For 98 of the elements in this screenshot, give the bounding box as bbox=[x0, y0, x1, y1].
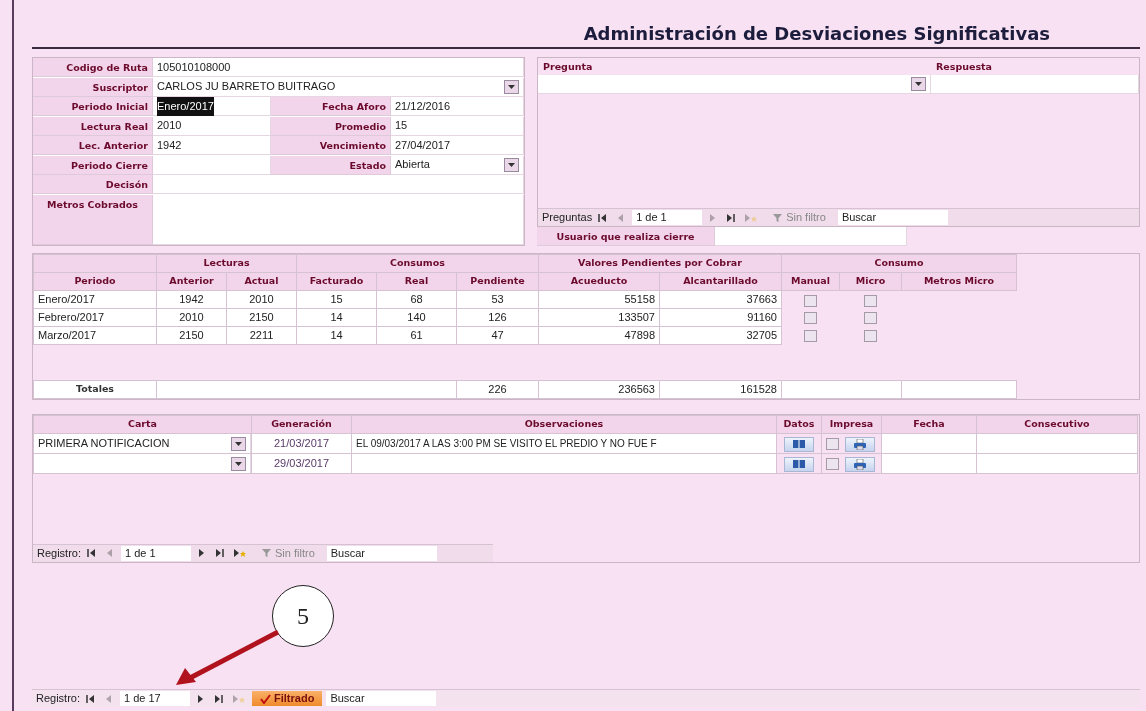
table-cell: 161528 bbox=[659, 380, 782, 399]
field-label: Promedio bbox=[271, 116, 391, 136]
checkbox[interactable] bbox=[826, 458, 839, 471]
checkbox[interactable] bbox=[826, 438, 839, 451]
column-header: Fecha bbox=[881, 415, 977, 434]
field-label: Metros Cobrados bbox=[33, 194, 153, 245]
table-cell: EL 09/03/2017 A LAS 3:00 PM SE VISITO EL PREDIO Y NO FUE F bbox=[351, 433, 777, 454]
column-group-header: Valores Pendientes por Cobrar bbox=[538, 254, 782, 273]
record-position[interactable]: 1 de 1 bbox=[121, 545, 192, 561]
dropdown-button[interactable] bbox=[231, 456, 246, 471]
filter-button[interactable]: Filtrado bbox=[252, 691, 323, 706]
column-header: Pregunta bbox=[542, 60, 594, 74]
new-record-icon bbox=[233, 548, 248, 558]
navigator-label: Registro: bbox=[37, 545, 82, 561]
navigator-label: Registro: bbox=[36, 691, 81, 707]
checkbox[interactable] bbox=[804, 330, 818, 343]
column-group-header: Lecturas bbox=[156, 254, 297, 273]
text-field[interactable]: 15 bbox=[391, 116, 524, 136]
field-label: Periodo Cierre bbox=[33, 155, 153, 175]
checkbox[interactable] bbox=[804, 312, 818, 325]
table-cell: 236563 bbox=[538, 380, 660, 399]
text-field[interactable] bbox=[715, 227, 907, 246]
search-field[interactable]: Buscar bbox=[837, 210, 948, 225]
checkbox[interactable] bbox=[864, 330, 877, 343]
text-area[interactable] bbox=[153, 194, 524, 245]
caret-icon bbox=[508, 162, 515, 167]
page-title: Administración de Desviaciones Significativas bbox=[582, 22, 1051, 46]
book-icon bbox=[792, 439, 806, 450]
caret-icon bbox=[235, 461, 242, 466]
field-label: Vencimiento bbox=[271, 136, 391, 155]
first-record-icon bbox=[87, 548, 98, 558]
book-icon bbox=[792, 459, 806, 470]
text-field[interactable]: 21/12/2016 bbox=[391, 97, 524, 116]
column-header: Consecutivo bbox=[976, 415, 1138, 434]
field-label: Usuario que realiza cierre bbox=[537, 227, 715, 246]
print-button[interactable] bbox=[845, 436, 875, 452]
column-header: Datos bbox=[776, 415, 822, 434]
checkbox[interactable] bbox=[864, 294, 877, 307]
caret-icon bbox=[508, 84, 515, 89]
row-label: Totales bbox=[33, 380, 157, 399]
field-label: Periodo Inicial bbox=[33, 97, 153, 116]
column-group-header: Consumos bbox=[296, 254, 539, 273]
text-field[interactable]: 105010108000 bbox=[153, 58, 524, 77]
printer-icon bbox=[853, 438, 867, 450]
print-button[interactable] bbox=[845, 456, 875, 472]
data-button[interactable] bbox=[784, 456, 814, 472]
data-button[interactable] bbox=[784, 436, 814, 452]
text-field[interactable] bbox=[931, 75, 1139, 94]
text-field[interactable]: 2010 bbox=[153, 116, 271, 136]
new-record-icon bbox=[232, 693, 247, 704]
combo-field[interactable] bbox=[34, 454, 251, 473]
search-field[interactable]: Buscar bbox=[326, 545, 437, 561]
table-cell: 226 bbox=[456, 380, 539, 399]
field-label: Lec. Anterior bbox=[33, 136, 153, 155]
printer-icon bbox=[853, 458, 867, 470]
field-label: Lectura Real bbox=[33, 116, 153, 136]
text-field[interactable] bbox=[153, 175, 524, 194]
last-record-icon bbox=[214, 693, 225, 704]
field-label: Decisón bbox=[33, 175, 153, 194]
funnel-icon bbox=[772, 212, 784, 223]
column-header: Impresa bbox=[821, 415, 882, 434]
combo-field[interactable]: Abierta bbox=[391, 155, 524, 175]
field-label: Estado bbox=[271, 155, 391, 175]
dropdown-button[interactable] bbox=[504, 157, 519, 172]
last-record-icon bbox=[215, 548, 226, 558]
combo-field[interactable]: PRIMERA NOTIFICACION bbox=[34, 434, 251, 453]
text-field[interactable] bbox=[153, 155, 271, 175]
column-header: Generación bbox=[251, 415, 352, 434]
callout-number: 5 bbox=[272, 585, 334, 647]
new-record-icon bbox=[744, 212, 759, 223]
navigator-label: Preguntas bbox=[542, 210, 593, 226]
caret-icon bbox=[235, 441, 242, 446]
dropdown-button[interactable] bbox=[911, 77, 926, 91]
field-label: Suscriptor bbox=[33, 77, 153, 97]
column-group-header: Consumo bbox=[781, 254, 1017, 273]
field-label: Codigo de Ruta bbox=[33, 58, 153, 77]
text-field[interactable]: 27/04/2017 bbox=[391, 136, 524, 155]
record-position[interactable]: 1 de 17 bbox=[120, 691, 191, 706]
checkbox[interactable] bbox=[864, 312, 877, 325]
dropdown-button[interactable] bbox=[231, 436, 246, 451]
column-header: Observaciones bbox=[351, 415, 777, 434]
dropdown-button[interactable] bbox=[504, 79, 519, 94]
first-record-icon bbox=[86, 693, 97, 704]
column-header: Respuesta bbox=[935, 60, 994, 74]
search-field[interactable]: Buscar bbox=[326, 691, 437, 706]
combo-field[interactable] bbox=[538, 75, 931, 94]
text-field[interactable]: 1942 bbox=[153, 136, 271, 155]
first-record-icon bbox=[598, 212, 609, 223]
text-field[interactable]: Enero/2017 bbox=[153, 97, 271, 116]
caret-icon bbox=[915, 82, 922, 86]
column-header: Carta bbox=[33, 415, 252, 434]
last-record-icon bbox=[726, 212, 737, 223]
funnel-icon bbox=[261, 548, 273, 558]
check-icon bbox=[260, 693, 272, 704]
combo-field[interactable]: CARLOS JU BARRETO BUITRAGO bbox=[153, 77, 524, 97]
field-label: Fecha Aforo bbox=[271, 97, 391, 116]
checkbox[interactable] bbox=[804, 294, 818, 307]
record-position[interactable]: 1 de 1 bbox=[632, 210, 703, 225]
